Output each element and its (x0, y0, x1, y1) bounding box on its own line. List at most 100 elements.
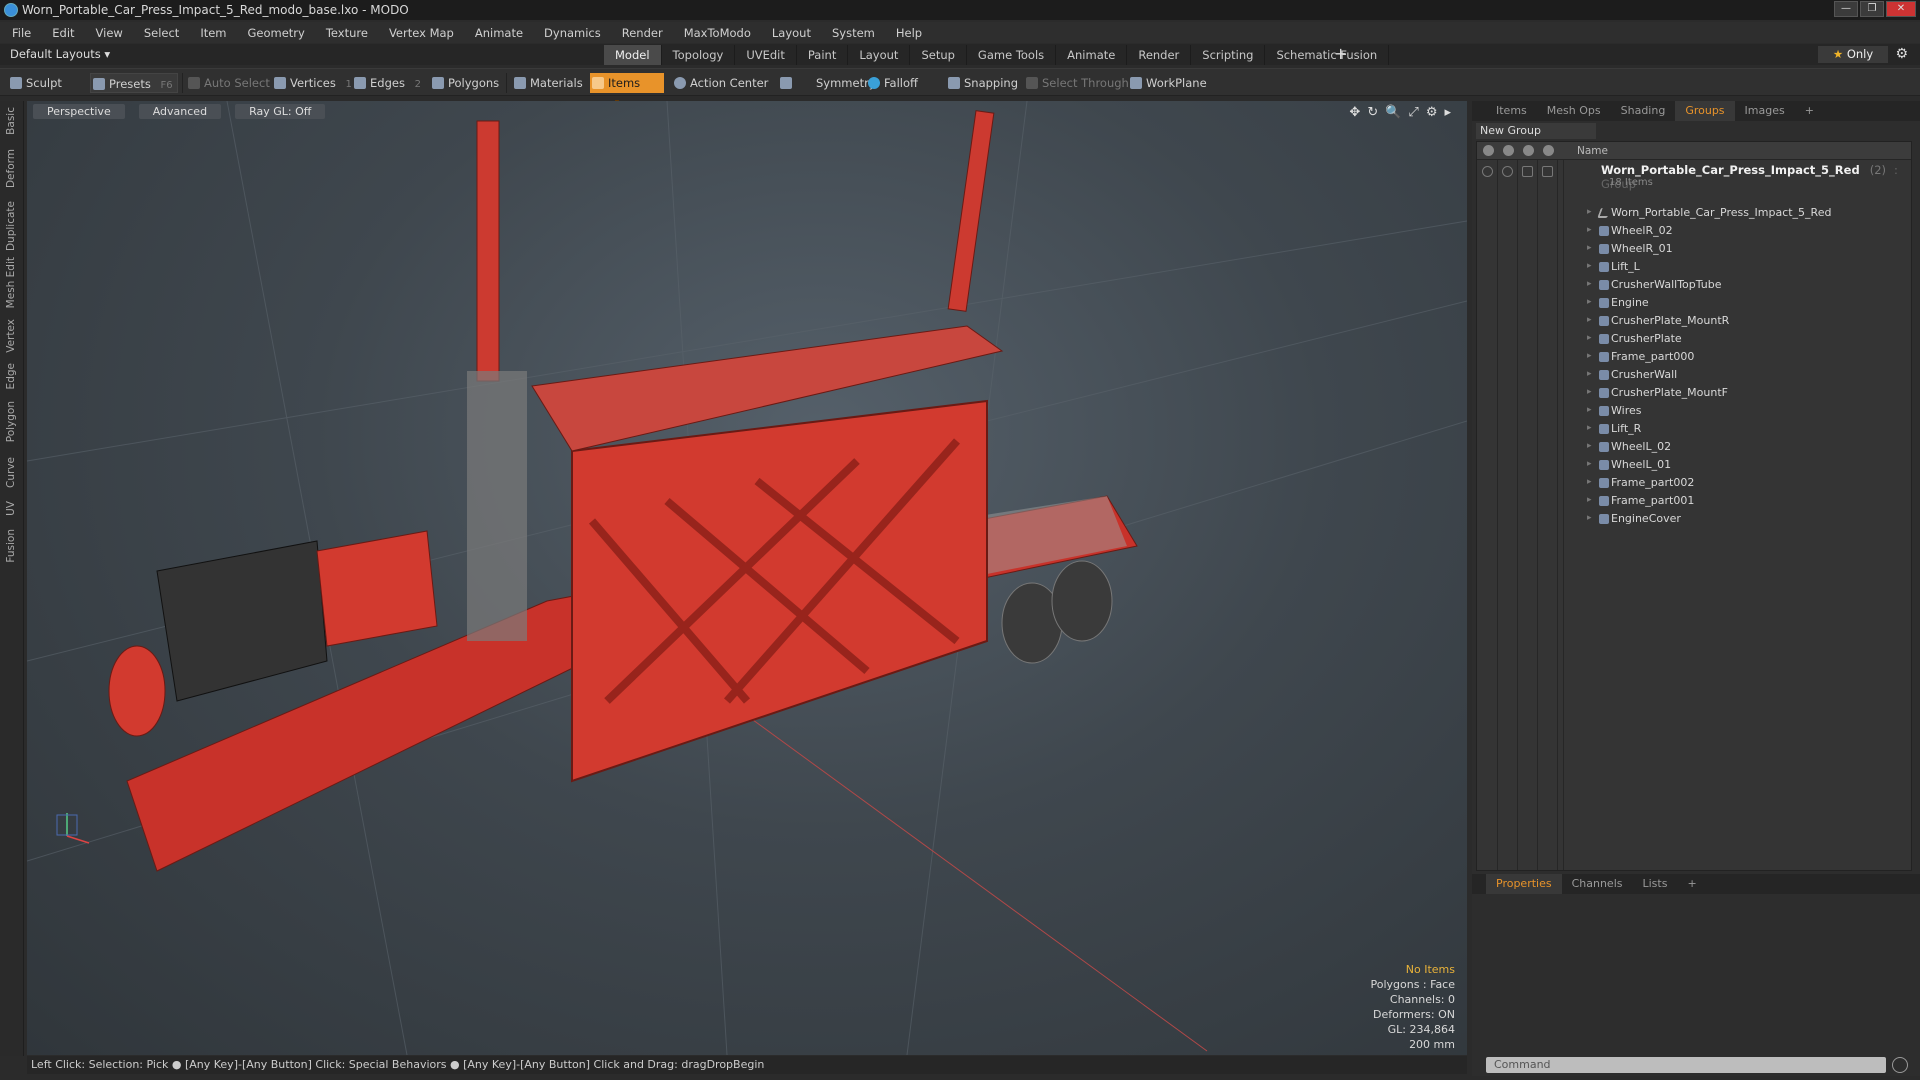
expand-arrow-icon[interactable]: ▸ (1587, 405, 1592, 415)
menu-edit[interactable]: Edit (52, 26, 74, 40)
tab-items[interactable]: Items (1486, 101, 1537, 121)
select-through-button[interactable]: Select Through (1024, 73, 1129, 93)
edges-mode-button[interactable]: Edges 2 (352, 73, 421, 93)
auto-select-button[interactable]: Auto Select (186, 73, 270, 93)
tree-item[interactable]: ▸ CrusherPlate_MountR (1477, 312, 1911, 330)
expand-arrow-icon[interactable]: ▸ (1587, 297, 1592, 307)
items-mode-button[interactable]: Items 5 (590, 73, 664, 110)
snapping-button[interactable]: Snapping (946, 73, 1018, 93)
tree-item[interactable]: ▸ Engine (1477, 294, 1911, 312)
expand-arrow-icon[interactable]: ▸ (1587, 477, 1592, 487)
tab-model[interactable]: Model (604, 45, 662, 65)
strip-tab-basic[interactable]: Basic (5, 107, 17, 135)
expand-arrow-icon[interactable]: ▸ (1587, 315, 1592, 325)
tab-images[interactable]: Images (1735, 101, 1795, 121)
tab-scripting[interactable]: Scripting (1191, 45, 1266, 65)
expand-arrow-icon[interactable]: ▸ (1444, 105, 1451, 120)
strip-tab-mesh-edit[interactable]: Mesh Edit (5, 257, 17, 308)
new-group-button[interactable]: New Group (1476, 123, 1596, 139)
default-layouts-dropdown[interactable]: Default Layouts ▾ (10, 47, 110, 61)
strip-tab-duplicate[interactable]: Duplicate (5, 201, 17, 251)
action-center-button[interactable]: Action Center (672, 73, 768, 93)
shading-dropdown[interactable]: Advanced (138, 104, 222, 119)
vertices-mode-button[interactable]: Vertices 1 (272, 73, 352, 93)
expand-arrow-icon[interactable]: ▸ (1587, 261, 1592, 271)
tree-item[interactable]: ▸ Frame_part001 (1477, 492, 1911, 510)
tab-layout[interactable]: Layout (848, 45, 911, 65)
add-props-tab-button[interactable]: + (1677, 874, 1706, 894)
menu-item[interactable]: Item (200, 26, 226, 40)
tab-groups[interactable]: Groups (1675, 101, 1735, 121)
command-input[interactable]: Command (1486, 1057, 1886, 1073)
menu-view[interactable]: View (96, 26, 123, 40)
expand-arrow-icon[interactable]: ▸ (1587, 351, 1592, 361)
tree-item[interactable]: ▸ WheelL_02 (1477, 438, 1911, 456)
tree-item[interactable]: ▸ Frame_part002 (1477, 474, 1911, 492)
menu-file[interactable]: File (12, 26, 31, 40)
eye-icon[interactable] (1482, 166, 1493, 177)
expand-arrow-icon[interactable]: ▸ (1587, 423, 1592, 433)
tree-item[interactable]: ▸ Lift_L (1477, 258, 1911, 276)
expand-arrow-icon[interactable]: ▸ (1587, 225, 1592, 235)
close-button[interactable]: ✕ (1886, 1, 1916, 17)
tree-item[interactable]: ▸ Wires (1477, 402, 1911, 420)
tree-item[interactable]: ▸ CrusherWallTopTube (1477, 276, 1911, 294)
tab-mesh-ops[interactable]: Mesh Ops (1537, 101, 1611, 121)
strip-tab-curve[interactable]: Curve (5, 457, 17, 488)
expand-arrow-icon[interactable]: ▸ (1587, 513, 1592, 523)
3d-viewport[interactable]: Perspective Advanced Ray GL: Off ✥ ↻ 🔍 ⤢… (27, 101, 1467, 1055)
view-mode-dropdown[interactable]: Perspective (33, 104, 125, 119)
lock-toggle[interactable] (1522, 166, 1533, 177)
menu-texture[interactable]: Texture (326, 26, 368, 40)
only-button[interactable]: ★ Only (1818, 46, 1888, 63)
menu-select[interactable]: Select (144, 26, 179, 40)
render-toggle-icon[interactable] (1502, 166, 1513, 177)
pan-icon[interactable]: ✥ (1349, 105, 1360, 120)
tree-item[interactable]: ▸ Worn_Portable_Car_Press_Impact_5_Red (1477, 204, 1911, 222)
add-layout-tab-button[interactable]: + (1334, 44, 1347, 63)
tab-render[interactable]: Render (1127, 45, 1192, 65)
menu-vertex-map[interactable]: Vertex Map (389, 26, 454, 40)
menu-help[interactable]: Help (896, 26, 922, 40)
command-history-button[interactable] (1892, 1057, 1908, 1073)
menu-system[interactable]: System (832, 26, 875, 40)
rotate-icon[interactable]: ↻ (1367, 105, 1378, 120)
select-toggle[interactable] (1542, 166, 1553, 177)
menu-geometry[interactable]: Geometry (248, 26, 305, 40)
tree-item[interactable]: ▸ CrusherPlate (1477, 330, 1911, 348)
expand-arrow-icon[interactable]: ▸ (1587, 441, 1592, 451)
presets-button[interactable]: Presets F6 (90, 73, 178, 93)
expand-arrow-icon[interactable]: ▸ (1587, 279, 1592, 289)
strip-tab-deform[interactable]: Deform (5, 149, 17, 188)
tree-item[interactable]: ▸ WheelR_01 (1477, 240, 1911, 258)
menu-layout[interactable]: Layout (772, 26, 811, 40)
minimize-button[interactable]: — (1834, 1, 1858, 17)
expand-arrow-icon[interactable]: ▸ (1587, 333, 1592, 343)
expand-arrow-icon[interactable]: ▸ (1587, 459, 1592, 469)
strip-tab-vertex[interactable]: Vertex (5, 319, 17, 353)
tree-item[interactable]: ▸ Frame_part000 (1477, 348, 1911, 366)
menu-animate[interactable]: Animate (475, 26, 523, 40)
zoom-icon[interactable]: 🔍 (1385, 105, 1401, 120)
strip-tab-fusion[interactable]: Fusion (5, 529, 17, 563)
expand-arrow-icon[interactable]: ▸ (1587, 369, 1592, 379)
tab-schematic-fusion[interactable]: Schematic Fusion (1265, 45, 1390, 65)
falloff-button[interactable]: Falloff (866, 73, 918, 93)
expand-arrow-icon[interactable]: ▸ (1587, 243, 1592, 253)
menu-dynamics[interactable]: Dynamics (544, 26, 601, 40)
group-row[interactable]: Worn_Portable_Car_Press_Impact_5_Red (2)… (1477, 162, 1911, 192)
expand-arrow-icon[interactable]: ▸ (1587, 495, 1592, 505)
gear-icon[interactable]: ⚙ (1895, 46, 1908, 62)
tab-paint[interactable]: Paint (797, 45, 849, 65)
tree-item[interactable]: ▸ WheelR_02 (1477, 222, 1911, 240)
expand-arrow-icon[interactable]: ▸ (1587, 207, 1592, 217)
tab-setup[interactable]: Setup (910, 45, 967, 65)
tree-item[interactable]: ▸ WheelL_01 (1477, 456, 1911, 474)
tab-properties[interactable]: Properties (1486, 874, 1562, 894)
polygons-mode-button[interactable]: Polygons (430, 73, 499, 93)
tab-channels[interactable]: Channels (1562, 874, 1633, 894)
sculpt-button[interactable]: Sculpt (8, 73, 62, 93)
menu-maxtomodo[interactable]: MaxToModo (684, 26, 751, 40)
maximize-button[interactable]: ❐ (1860, 1, 1884, 17)
workplane-button[interactable]: WorkPlane (1128, 73, 1207, 93)
